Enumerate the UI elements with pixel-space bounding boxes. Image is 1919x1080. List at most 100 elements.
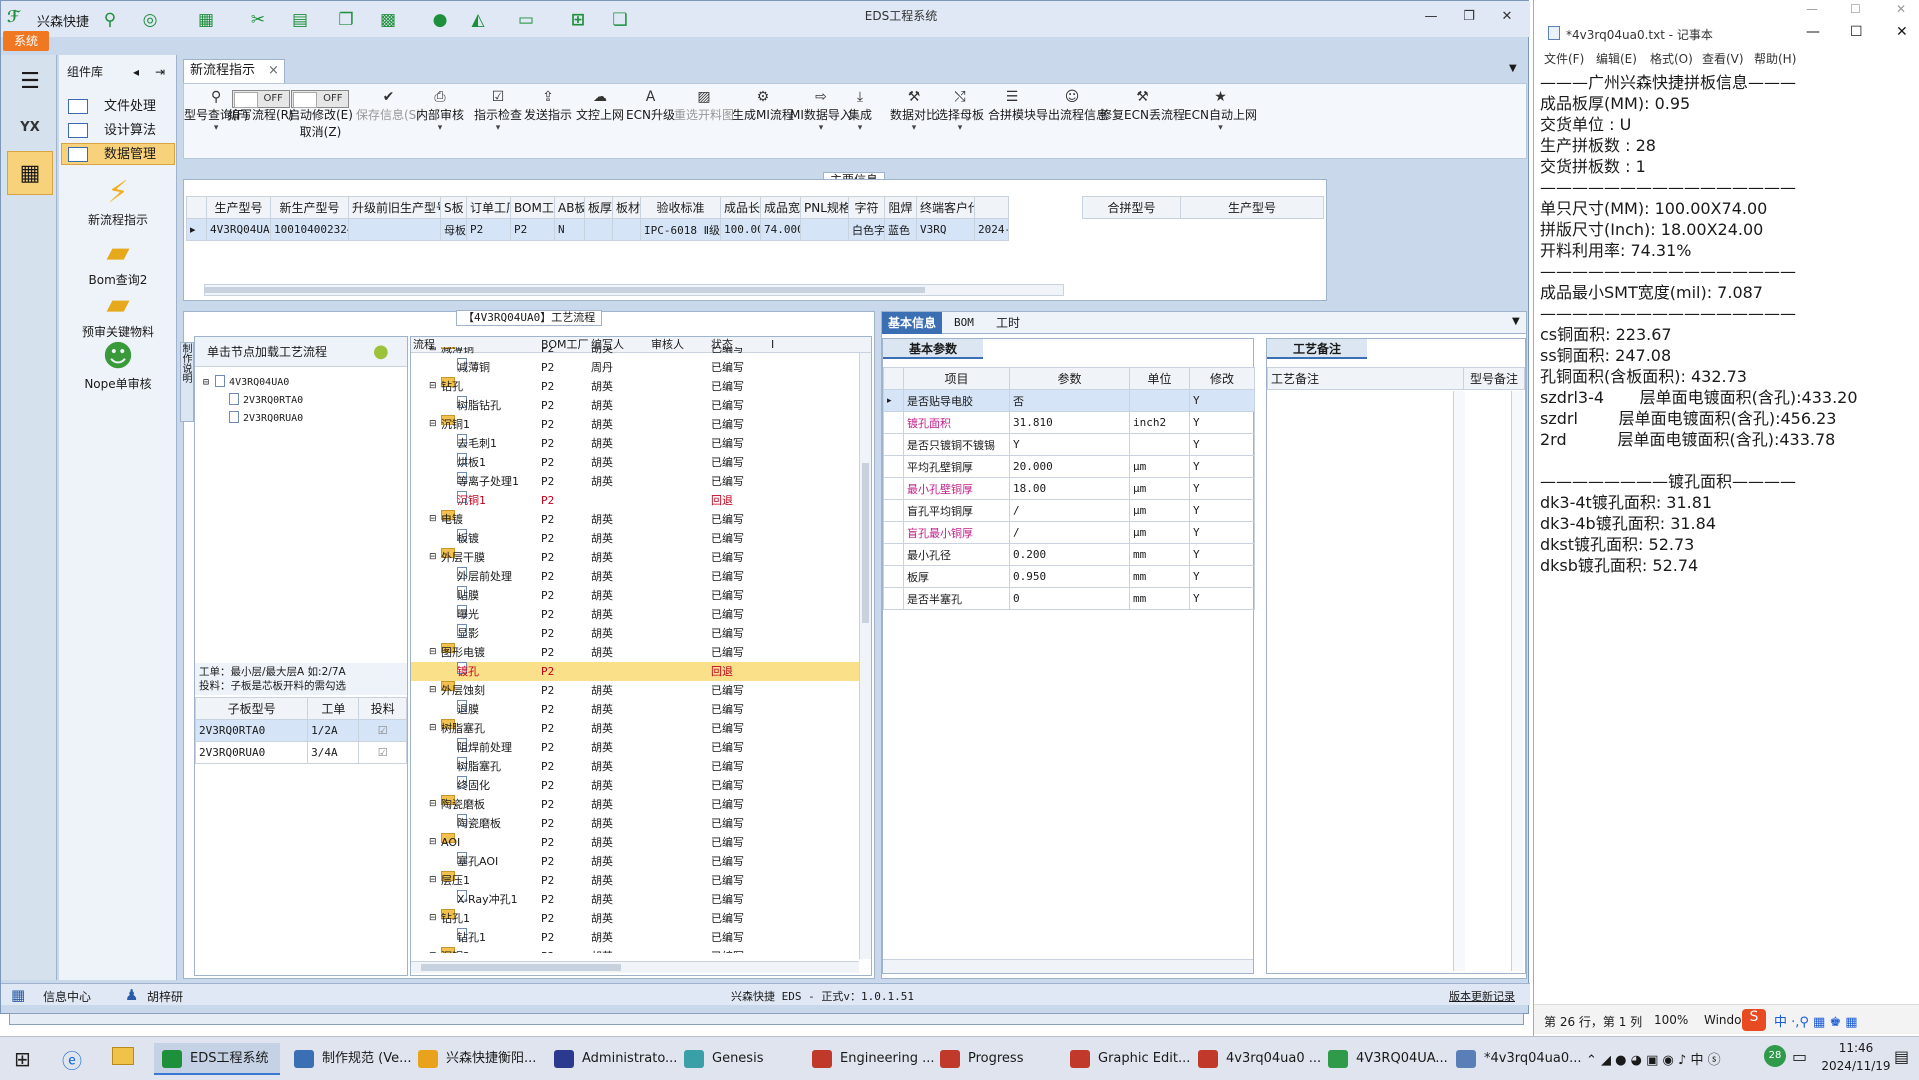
maximize-icon[interactable]: ☐	[1850, 24, 1863, 40]
ribbon-btn-16[interactable]: ☺ 导出流程信息	[1036, 88, 1108, 156]
ribbon-btn-3[interactable]: ✔ 保存信息(S)	[356, 88, 421, 156]
cell[interactable]: P2	[466, 218, 511, 241]
ribbon-btn-10[interactable]: ⚙ 生成MI流程	[732, 88, 794, 156]
param-row[interactable]: 最小孔径 0.200 mm Y	[883, 543, 1255, 566]
collapse-icon[interactable]: ⊟	[429, 510, 437, 529]
comp-item-design-algorithm[interactable]: 设计算法	[61, 119, 175, 141]
cell[interactable]: 蓝色	[884, 218, 917, 241]
windows-icon[interactable]: ⊞	[567, 9, 589, 31]
ribbon-btn-15[interactable]: ☰ 合拼模块	[988, 88, 1036, 156]
param-row[interactable]: 平均孔壁铜厚 20.000 μm Y	[883, 455, 1255, 478]
user-icon[interactable]: ●	[429, 9, 451, 31]
flow-row[interactable]: 贴膜 P2 胡英 已编写	[411, 586, 859, 605]
ribbon-btn-17[interactable]: ⚒ 修复ECN丢流程	[1100, 88, 1185, 156]
flow-row[interactable]: ⊟ 外层蚀刻 P2 胡英 已编写	[411, 681, 859, 700]
flow-row[interactable]: 阻焊前处理 P2 胡英 已编写	[411, 738, 859, 757]
cell[interactable]: N	[554, 218, 585, 241]
tab-close-icon[interactable]: ×	[268, 60, 279, 82]
info-center-icon[interactable]: ▦	[11, 986, 25, 1004]
params-hscroll[interactable]	[883, 959, 1253, 973]
yx-logo[interactable]: YX	[7, 105, 53, 149]
flow-row[interactable]: 曝光 P2 胡英 已编写	[411, 605, 859, 624]
taskbar-app[interactable]: 4v3rq04ua0 ...	[1190, 1043, 1321, 1075]
area-chart-icon[interactable]: ◭	[467, 9, 489, 31]
cell[interactable]	[584, 218, 613, 241]
flow-row[interactable]: 沉铜1 P2 回退	[411, 491, 859, 510]
ribbon-btn-12[interactable]: ⤓ 集成 ▾	[848, 88, 872, 156]
tab-list-dropdown-icon[interactable]: ▼	[1509, 63, 1517, 74]
tab-bom[interactable]: BOM	[948, 312, 980, 334]
version-history-link[interactable]: 版本更新记录	[1449, 988, 1515, 1004]
col-header[interactable]: BOM工厂	[510, 196, 555, 219]
ribbon-btn-18[interactable]: ★ ECN自动上网 ▾	[1184, 88, 1257, 156]
start-button-icon[interactable]: ⊞	[14, 1047, 31, 1071]
flow-row[interactable]: 树脂钻孔 P2 胡英 已编写	[411, 396, 859, 415]
col-header[interactable]: 升级前旧生产型号	[348, 196, 441, 219]
flow-row[interactable]: 板镀 P2 胡英 已编写	[411, 529, 859, 548]
dropdown-arrow-icon[interactable]: ▾	[848, 123, 872, 133]
table-icon[interactable]: ▦	[195, 9, 217, 31]
comp-item-file-processing[interactable]: 文件处理	[61, 95, 175, 117]
collapse-icon[interactable]: ⊟	[429, 643, 437, 662]
cell[interactable]: 2024-1	[974, 218, 1009, 241]
feed-checkbox[interactable]: ☑	[358, 741, 407, 764]
scroll-thumb[interactable]	[421, 964, 621, 971]
search-icon[interactable]: ⚲	[99, 9, 121, 31]
tab-new-flow-instruction[interactable]: 新流程指示 ×	[183, 59, 285, 83]
col-header[interactable]	[974, 196, 1009, 219]
notifications-icon[interactable]: ▤	[1894, 1047, 1909, 1066]
flow-row[interactable]: 镀孔 P2 回退	[411, 662, 859, 681]
notepad-menu-item[interactable]: 文件(F)	[1544, 50, 1584, 67]
nope-review-shortcut[interactable]: ☻ Nope单审核	[69, 339, 167, 392]
ie-browser-icon[interactable]: ⓔ	[62, 1045, 82, 1074]
col-header[interactable]: 验收标准	[640, 196, 721, 219]
param-value[interactable]: Y	[1009, 433, 1130, 456]
col-header[interactable]: AB板	[554, 196, 585, 219]
ribbon-btn-2[interactable]: OFF 启动修改(E) 取消(Z)	[288, 88, 353, 156]
restore-icon[interactable]: ❐	[1456, 9, 1482, 27]
ribbon-btn-1[interactable]: OFF 编写流程(R)	[228, 88, 294, 156]
tab-basic-info[interactable]: 基本信息	[882, 312, 943, 334]
dropdown-arrow-icon[interactable]: ▾	[936, 123, 984, 133]
ribbon-btn-7[interactable]: ☁ 文控上网	[576, 88, 624, 156]
param-row[interactable]: 板厚 0.950 mm Y	[883, 565, 1255, 588]
main-info-hscroll[interactable]	[204, 284, 1064, 296]
param-row[interactable]: ▸ 是否贴导电胶否 Y	[883, 389, 1255, 412]
flow-row[interactable]: 树脂塞孔 P2 胡英 已编写	[411, 757, 859, 776]
ribbon-btn-5[interactable]: ☑ 指示检查 ▾	[474, 88, 522, 156]
flow-row[interactable]: ⊟沉铜2P2胡英已编写	[411, 947, 859, 953]
param-modify[interactable]: Y	[1189, 587, 1255, 610]
ribbon-btn-4[interactable]: ⎙ 内部审核 ▾	[416, 88, 464, 156]
collapse-icon[interactable]: ⊟	[429, 909, 437, 928]
cell[interactable]: 100.000	[720, 218, 761, 241]
bom-query-shortcut[interactable]: ▰ Bom查询2	[69, 235, 167, 288]
dropdown-arrow-icon[interactable]: ▾	[890, 123, 938, 133]
flow-row[interactable]: ⊟ 沉铜1 P2 胡英 已编写	[411, 415, 859, 434]
taskbar-app[interactable]: 兴森快捷衡阳...	[410, 1043, 540, 1075]
param-value[interactable]: 31.810	[1009, 411, 1130, 434]
param-row[interactable]: 是否半塞孔 0 mm Y	[883, 587, 1255, 610]
col-header[interactable]: 成品长度	[720, 196, 761, 219]
ribbon-btn-13[interactable]: ⚒ 数据对比 ▾	[890, 88, 938, 156]
param-value[interactable]: 18.00	[1009, 477, 1130, 500]
cell[interactable]: IPC-6018 Ⅱ级	[640, 218, 721, 241]
param-row[interactable]: 最小孔壁铜厚 18.00 μm Y	[883, 477, 1255, 500]
film-icon[interactable]: ▤	[289, 9, 311, 31]
taskbar-app[interactable]: Graphic Edit...	[1062, 1043, 1190, 1075]
comp-item-data-management[interactable]: 数据管理	[61, 143, 175, 165]
calculator-icon[interactable]: ▦	[7, 151, 53, 195]
flow-row[interactable]: 陶瓷磨板 P2 胡英 已编写	[411, 814, 859, 833]
scissors-icon[interactable]: ✂	[247, 9, 269, 31]
cell[interactable]: 母板	[440, 218, 467, 241]
flow-row[interactable]: 减薄铜 P2 周丹 已编写	[411, 358, 859, 377]
flow-row[interactable]: ⊟ 钻孔 P2 胡英 已编写	[411, 377, 859, 396]
col-header[interactable]: 生产型号	[206, 196, 271, 219]
toggle-switch[interactable]: OFF	[228, 88, 294, 108]
flow-row[interactable]: 烘板1 P2 胡英 已编写	[411, 453, 859, 472]
col-header[interactable]: 板厚	[584, 196, 613, 219]
param-row[interactable]: 盲孔最小铜厚 / μm Y	[883, 521, 1255, 544]
collapse-icon[interactable]: ⊟	[429, 795, 437, 814]
layers-icon[interactable]: ❏	[609, 9, 631, 31]
param-modify[interactable]: Y	[1189, 543, 1255, 566]
file-explorer-icon[interactable]	[112, 1047, 134, 1065]
